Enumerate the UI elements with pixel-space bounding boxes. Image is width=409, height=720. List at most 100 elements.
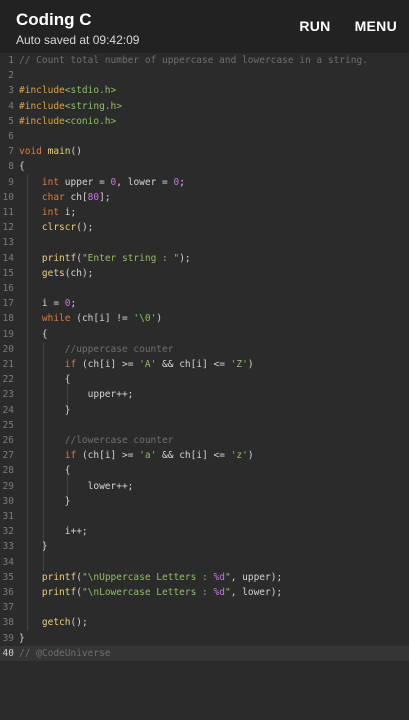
code-token: ; — [70, 298, 77, 310]
toolbar-actions: RUN MENU — [299, 18, 397, 34]
line-number: 19 — [2, 328, 14, 340]
code-line[interactable]: 5 #include<conio.h> — [0, 114, 409, 129]
line-number: 12 — [2, 222, 14, 234]
line-number: 2 — [8, 70, 14, 82]
code-line[interactable]: 34 — [0, 555, 409, 570]
code-text: while (ch[i] != '\0') — [19, 311, 162, 326]
code-line[interactable]: 3 #include<stdio.h> — [0, 83, 409, 98]
code-token: <string.h> — [64, 100, 122, 112]
line-number: 23 — [2, 389, 14, 401]
code-text: } — [19, 539, 48, 554]
line-number: 11 — [2, 207, 14, 218]
code-line[interactable]: 28 { — [0, 463, 409, 478]
code-editor[interactable]: 1 // Count total number of uppercase and … — [0, 53, 409, 720]
code-line[interactable]: 33 } — [0, 539, 409, 554]
code-token: } — [19, 632, 25, 644]
code-line[interactable]: 13 — [0, 235, 409, 250]
code-line[interactable]: 1 // Count total number of uppercase and … — [0, 53, 409, 68]
code-token: printf — [41, 587, 77, 598]
code-token: #include — [19, 115, 65, 127]
code-line[interactable]: 22 { — [0, 372, 409, 387]
code-line[interactable]: 6 — [0, 129, 409, 144]
code-line[interactable]: 36 printf("\nLowercase Letters : %d", lo… — [0, 585, 409, 600]
code-line[interactable]: 2 — [0, 68, 409, 83]
code-line[interactable]: 23 upper++; — [0, 387, 409, 402]
code-text: i++; — [19, 524, 88, 539]
code-text: getch(); — [19, 615, 88, 630]
code-text: void main() — [19, 144, 82, 159]
code-text: //lowercase counter — [19, 433, 174, 448]
code-line[interactable]: 37 — [0, 600, 409, 615]
code-line[interactable]: 17 i = 0; — [0, 296, 409, 311]
code-line[interactable]: 11 int i; — [0, 205, 409, 220]
code-line[interactable]: 39} — [0, 631, 409, 646]
code-line[interactable]: 30 } — [0, 494, 409, 509]
code-text: int upper = 0, lower = 0; — [19, 175, 185, 190]
code-token: i; — [59, 207, 77, 218]
code-line[interactable]: 16 — [0, 281, 409, 296]
code-line[interactable]: 32 i++; — [0, 524, 409, 539]
code-token: { — [19, 374, 71, 386]
code-line[interactable]: 10 char ch[80]; — [0, 190, 409, 205]
code-token: } — [19, 404, 71, 416]
code-token: "Enter string : " — [81, 252, 180, 264]
code-line[interactable]: 7 void main() — [0, 144, 409, 159]
code-token: (ch); — [64, 267, 94, 279]
code-text: { — [19, 463, 71, 478]
code-line[interactable]: 29 lower++; — [0, 479, 409, 494]
code-text: // Count total number of uppercase and l… — [19, 53, 368, 68]
code-line[interactable]: 15 gets(ch); — [0, 266, 409, 281]
line-number: 37 — [2, 602, 14, 614]
run-button[interactable]: RUN — [299, 18, 330, 34]
code-line[interactable]: 20 //uppercase counter — [0, 342, 409, 357]
line-number: 4 — [8, 100, 14, 112]
code-token: printf — [41, 571, 77, 583]
code-token: gets — [41, 267, 65, 279]
code-line[interactable]: 26 //lowercase counter — [0, 433, 409, 448]
app-toolbar: Coding C Auto saved at 09:42:09 RUN MENU — [0, 0, 409, 53]
code-line[interactable]: 38 getch(); — [0, 615, 409, 630]
line-number: 34 — [2, 556, 14, 568]
code-line[interactable]: 27 if (ch[i] >= 'a' && ch[i] <= 'z') — [0, 448, 409, 463]
code-line[interactable]: 4 #include<string.h> — [0, 99, 409, 114]
code-token: printf — [41, 252, 77, 264]
menu-button[interactable]: MENU — [355, 18, 397, 34]
line-number: 26 — [2, 435, 14, 446]
code-line[interactable]: 9 int upper = 0, lower = 0; — [0, 175, 409, 190]
code-line[interactable]: 21 if (ch[i] >= 'A' && ch[i] <= 'Z') — [0, 357, 409, 372]
code-line[interactable]: 18 while (ch[i] != '\0') — [0, 311, 409, 326]
code-line[interactable]: 40 // @CodeUniverse — [0, 645, 409, 661]
code-token: , lower = — [116, 176, 174, 188]
code-line[interactable]: 8{ — [0, 159, 409, 174]
code-line[interactable]: 25 — [0, 418, 409, 433]
code-line[interactable]: 31 — [0, 509, 409, 524]
code-text: //uppercase counter — [19, 342, 174, 357]
line-number: 5 — [8, 115, 14, 127]
code-line[interactable]: 35 printf("\nUppercase Letters : %d", up… — [0, 570, 409, 585]
code-line[interactable]: 24 } — [0, 403, 409, 418]
code-text: { — [19, 159, 25, 174]
code-line[interactable]: 19 { — [0, 327, 409, 342]
code-token: { — [19, 465, 71, 477]
code-token: "\nUppercase Letters : — [81, 571, 214, 583]
line-number: 13 — [2, 237, 14, 249]
line-number: 15 — [2, 267, 14, 279]
code-token: i++; — [19, 526, 88, 538]
code-line[interactable]: 14 printf("Enter string : "); — [0, 251, 409, 266]
code-token: { — [19, 161, 25, 173]
code-line[interactable]: 12 clrscr(); — [0, 220, 409, 235]
code-token: i = — [19, 298, 65, 310]
line-number: 17 — [2, 298, 14, 310]
code-token: '\0' — [133, 313, 157, 325]
code-text: #include<stdio.h> — [19, 83, 116, 98]
